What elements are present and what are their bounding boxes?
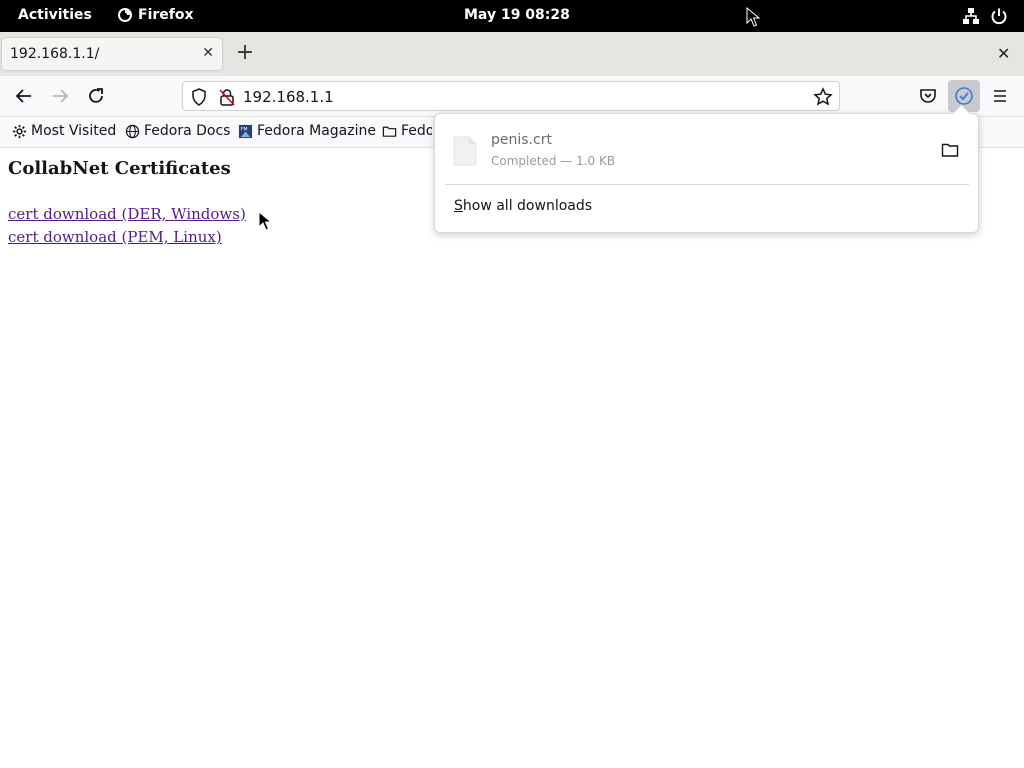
bookmark-fedora-magazine[interactable]: FM Fedora Magazine xyxy=(238,123,376,139)
der-download-link[interactable]: cert download (DER, Windows) xyxy=(8,205,246,223)
bookmark-fedora-folder[interactable]: Fedo xyxy=(382,123,432,139)
mouse-cursor-icon xyxy=(258,211,272,231)
pem-download-link[interactable]: cert download (PEM, Linux) xyxy=(8,228,222,246)
page-title: CollabNet Certificates xyxy=(8,158,231,179)
bookmark-fedora-docs[interactable]: Fedora Docs xyxy=(125,123,230,139)
gear-icon xyxy=(12,124,27,138)
bookmark-label: Fedora Docs xyxy=(144,123,231,139)
show-all-label-rest: how all downloads xyxy=(462,198,593,214)
back-icon[interactable] xyxy=(12,84,36,108)
tab-title: 192.168.1.1/ xyxy=(10,46,100,62)
system-top-bar: Activities Firefox May 19 08:28 xyxy=(0,0,1024,32)
bookmark-label: Fedo xyxy=(401,123,432,139)
app-name: Firefox xyxy=(138,7,194,23)
network-icon[interactable] xyxy=(962,7,980,25)
bookmark-label: Fedora Magazine xyxy=(257,123,376,139)
download-status: Completed — 1.0 KB xyxy=(491,154,616,168)
open-folder-icon[interactable] xyxy=(941,142,959,158)
reload-icon[interactable] xyxy=(84,84,108,108)
fm-icon: FM xyxy=(238,124,253,138)
downloads-panel: penis.crt Completed — 1.0 KB Show all do… xyxy=(434,104,979,233)
pocket-icon[interactable] xyxy=(918,86,938,106)
mouse-cursor-icon xyxy=(746,7,760,27)
firefox-icon xyxy=(118,8,132,22)
window-close-icon[interactable]: ✕ xyxy=(997,44,1010,63)
insecure-lock-icon[interactable] xyxy=(219,88,235,106)
app-menu[interactable]: Firefox xyxy=(118,7,194,23)
downloads-icon xyxy=(955,87,973,105)
menu-icon[interactable] xyxy=(990,86,1010,106)
folder-icon xyxy=(382,126,397,137)
download-file-name: penis.crt xyxy=(491,132,552,148)
tab-active[interactable]: 192.168.1.1/ ✕ xyxy=(2,38,222,70)
power-icon[interactable] xyxy=(990,7,1008,25)
bookmark-most-visited[interactable]: Most Visited xyxy=(12,123,116,139)
forward-icon[interactable] xyxy=(48,84,72,108)
file-icon xyxy=(453,136,477,166)
bookmark-label: Most Visited xyxy=(31,123,117,139)
activities-button[interactable]: Activities xyxy=(18,7,92,23)
show-all-downloads-button[interactable]: Show all downloads xyxy=(454,198,592,214)
accesskey: S xyxy=(454,198,463,214)
url-text[interactable]: 192.168.1.1 xyxy=(243,88,334,106)
svg-text:FM: FM xyxy=(241,126,248,132)
globe-icon xyxy=(125,124,140,138)
tab-close-icon[interactable]: ✕ xyxy=(202,45,214,61)
url-bar[interactable]: 192.168.1.1 xyxy=(182,81,840,111)
shield-icon[interactable] xyxy=(191,88,207,106)
new-tab-button[interactable]: + xyxy=(234,42,256,66)
panel-separator xyxy=(445,184,969,185)
clock[interactable]: May 19 08:28 xyxy=(464,7,570,23)
bookmark-star-icon[interactable] xyxy=(813,87,833,107)
